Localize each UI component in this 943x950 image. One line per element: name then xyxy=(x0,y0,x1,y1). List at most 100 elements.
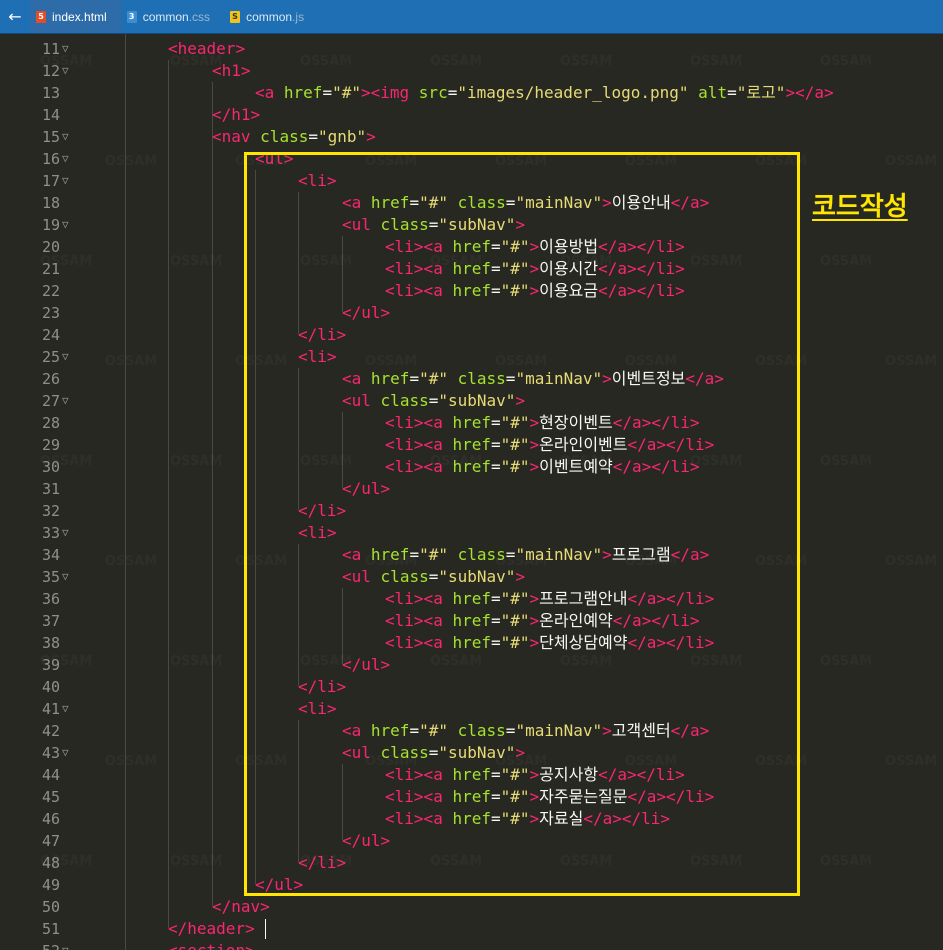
code-token: img xyxy=(380,83,419,102)
fold-triangle-icon[interactable]: ▽ xyxy=(62,126,69,148)
code-line: 21 <li><a href="#">이용시간</a></li> xyxy=(0,258,943,280)
line-number: 14 xyxy=(41,106,60,124)
code-token: = xyxy=(322,83,333,102)
code-line: 13 <a href="#"><img src="images/header_lo… xyxy=(0,82,943,104)
code-token: li xyxy=(394,589,414,608)
code-line: 15 ▽ <nav class="gnb"> xyxy=(0,126,943,148)
code-token: < xyxy=(423,259,434,278)
fold-triangle-icon[interactable]: ▽ xyxy=(62,346,69,368)
code-token: > xyxy=(336,853,347,872)
code-token: li xyxy=(655,281,676,300)
code-token: 이용시간 xyxy=(539,259,599,278)
code-token: = xyxy=(409,193,420,212)
tab-common-js[interactable]: Scommon.js xyxy=(224,0,318,33)
code-token: = xyxy=(490,633,501,652)
code-token: </ xyxy=(627,633,647,652)
code-token: href xyxy=(452,413,491,432)
tab-filename: common xyxy=(246,9,293,24)
code-token: 이벤트예약 xyxy=(539,457,613,476)
fold-triangle-icon[interactable]: ▽ xyxy=(62,148,69,170)
code-token: href xyxy=(452,787,491,806)
code-text: <ul class="subNav"> xyxy=(342,566,525,588)
code-token: < xyxy=(385,281,395,300)
line-number: 33 xyxy=(41,524,60,542)
code-token: "#" xyxy=(500,413,530,432)
code-token: </ xyxy=(298,501,318,520)
code-token: </ xyxy=(342,831,362,850)
code-token: "#" xyxy=(419,193,448,212)
line-number: 19 xyxy=(41,216,60,234)
code-token: li xyxy=(307,699,327,718)
code-token: < xyxy=(385,765,395,784)
line-number: 50 xyxy=(41,898,60,916)
code-token: > xyxy=(602,193,612,212)
code-token: > xyxy=(515,215,526,234)
code-line: 12 ▽ <h1> xyxy=(0,60,943,82)
code-token: < xyxy=(255,83,265,102)
fold-triangle-icon[interactable]: ▽ xyxy=(62,60,69,82)
code-line: 30 <li><a href="#">이벤트예약</a></li> xyxy=(0,456,943,478)
code-text: <ul class="subNav"> xyxy=(342,742,525,764)
code-token: 프로그램 xyxy=(611,545,671,564)
code-token: > xyxy=(714,369,724,388)
fold-triangle-icon[interactable]: ▽ xyxy=(62,214,69,236)
code-token: = xyxy=(490,589,501,608)
code-token: > xyxy=(360,83,371,102)
code-token: < xyxy=(342,545,352,564)
code-text: <ul> xyxy=(255,148,294,170)
code-token: li xyxy=(307,347,327,366)
code-token: a xyxy=(433,809,453,828)
code-token: < xyxy=(342,215,352,234)
line-number: 39 xyxy=(41,656,60,674)
code-line: 50 </nav> xyxy=(0,896,943,918)
code-token: > xyxy=(336,325,347,344)
fold-triangle-icon[interactable]: ▽ xyxy=(62,390,69,412)
fold-triangle-icon[interactable]: ▽ xyxy=(62,38,69,60)
code-text: <a href="#" class="mainNav">이벤트정보</a> xyxy=(342,368,724,390)
code-token: li xyxy=(685,787,705,806)
fold-triangle-icon[interactable]: ▽ xyxy=(62,566,69,588)
code-token: </ xyxy=(298,853,318,872)
code-token: </ xyxy=(636,259,656,278)
tab-index-html[interactable]: 5 index.html xyxy=(30,0,121,33)
code-editor[interactable]: 11 ▽ <header> 12 ▽ <h1> 13 <a href="#"><img src… xyxy=(0,34,943,950)
code-token: < xyxy=(255,149,265,168)
code-token: li xyxy=(670,413,690,432)
code-text: <li><a href="#">온라인예약</a></li> xyxy=(385,610,700,632)
code-token: > xyxy=(626,259,637,278)
code-token: class xyxy=(457,193,506,212)
code-token: li xyxy=(655,765,676,784)
code-token: href xyxy=(452,435,491,454)
code-token: </ xyxy=(670,193,690,212)
code-token: a xyxy=(264,83,284,102)
code-token: > xyxy=(704,435,715,454)
code-token: > xyxy=(529,281,540,300)
back-arrow-icon[interactable]: ← xyxy=(0,0,30,33)
code-token: > xyxy=(641,457,652,476)
code-token: = xyxy=(490,281,501,300)
code-token: < xyxy=(423,457,434,476)
code-token: li xyxy=(394,413,414,432)
code-token: < xyxy=(385,809,395,828)
line-number: 18 xyxy=(41,194,60,212)
code-token: = xyxy=(409,721,420,740)
fold-triangle-icon[interactable]: ▽ xyxy=(62,522,69,544)
code-token: li xyxy=(394,809,414,828)
line-number: 48 xyxy=(41,854,60,872)
line-number: 42 xyxy=(41,722,60,740)
code-token: > xyxy=(380,303,391,322)
code-token: > xyxy=(380,479,391,498)
code-token: > xyxy=(675,237,685,256)
code-token: </ xyxy=(342,655,362,674)
line-number: 12 xyxy=(41,62,60,80)
line-number: 13 xyxy=(41,84,60,102)
js-file-icon: S xyxy=(230,10,241,23)
tab-common-css[interactable]: 3 common.css xyxy=(121,0,224,33)
fold-triangle-icon[interactable]: ▽ xyxy=(62,170,69,192)
fold-triangle-icon[interactable]: ▽ xyxy=(62,940,69,950)
fold-triangle-icon[interactable]: ▽ xyxy=(62,698,69,720)
code-token: ul xyxy=(264,149,284,168)
fold-triangle-icon[interactable]: ▽ xyxy=(62,742,69,764)
code-token: a xyxy=(433,633,453,652)
code-token: ul xyxy=(361,479,381,498)
